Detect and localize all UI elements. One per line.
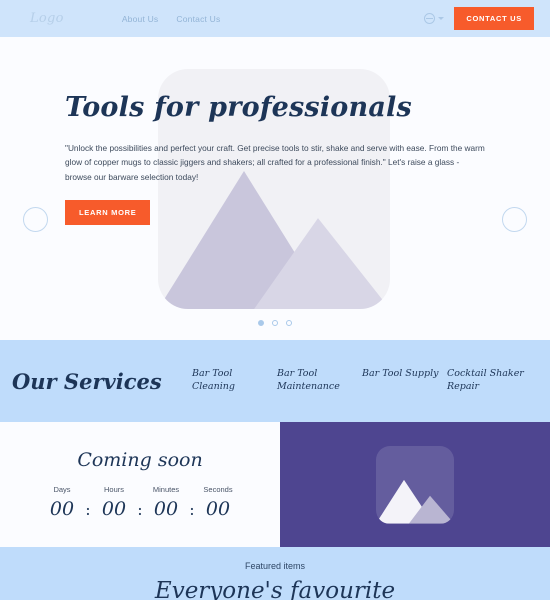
countdown-value-minutes: 00 (153, 498, 179, 520)
carousel-dot-2[interactable] (272, 320, 278, 326)
countdown-label-hours: Hours (103, 485, 124, 494)
coming-soon-image-panel (280, 422, 550, 547)
nav-link-contact-us[interactable]: Contact Us (176, 14, 220, 24)
carousel-dot-1[interactable] (258, 320, 264, 326)
service-item-cocktail-shaker-repair[interactable]: Cocktail Shaker Repair (447, 368, 532, 394)
language-selector[interactable] (424, 13, 445, 24)
nav-link-about-us[interactable]: About Us (122, 14, 159, 24)
featured-title: Everyone's favourite (154, 578, 396, 600)
countdown-value-hours: 00 (101, 498, 127, 520)
contact-us-button[interactable]: CONTACT US (454, 7, 534, 30)
countdown-separator-3: : (189, 499, 195, 519)
carousel-dots (0, 320, 550, 326)
hero-title: Tools for professionals (65, 92, 412, 123)
main-navigation: About Us Contact Us (122, 14, 221, 24)
site-logo[interactable]: Logo (30, 11, 64, 26)
landing-page: Logo About Us Contact Us CONTACT US Tool… (0, 0, 550, 600)
image-placeholder (376, 445, 454, 524)
countdown-label-minutes: Minutes (152, 485, 180, 494)
services-title: Our Services (12, 368, 162, 394)
coming-soon-heading: Coming soon (77, 449, 203, 471)
service-item-bar-tool-supply[interactable]: Bar Tool Supply (362, 368, 447, 381)
hero-section: Tools for professionals "Unlock the poss… (0, 37, 550, 340)
services-list: Bar Tool Cleaning Bar Tool Maintenance B… (192, 368, 532, 394)
site-header: Logo About Us Contact Us CONTACT US (0, 0, 550, 37)
countdown-values: 00 : 00 : 00 : 00 (41, 498, 239, 520)
globe-icon (424, 13, 436, 24)
featured-eyebrow: Featured items (244, 561, 306, 571)
hero-content: Tools for professionals "Unlock the poss… (65, 92, 490, 225)
carousel-prev-button[interactable] (23, 207, 48, 232)
chevron-down-icon (438, 17, 445, 20)
image-placeholder-icon (376, 479, 454, 524)
countdown-separator-1: : (85, 499, 91, 519)
header-actions: CONTACT US (424, 7, 534, 30)
countdown-panel: Coming soon Days Hours Minutes Seconds 0… (0, 422, 280, 547)
countdown-label-days: Days (53, 485, 71, 494)
learn-more-button[interactable]: LEARN MORE (65, 199, 151, 225)
countdown-label-seconds: Seconds (203, 485, 233, 494)
service-item-bar-tool-maintenance[interactable]: Bar Tool Maintenance (277, 368, 362, 394)
hero-paragraph: "Unlock the possibilities and perfect yo… (65, 143, 485, 182)
countdown-value-days: 00 (49, 498, 75, 520)
service-item-bar-tool-cleaning[interactable]: Bar Tool Cleaning (192, 368, 277, 394)
carousel-dot-3[interactable] (286, 320, 292, 326)
carousel-next-button[interactable] (502, 207, 527, 232)
featured-items-section: Featured items Everyone's favourite (0, 547, 550, 600)
services-section: Our Services Bar Tool Cleaning Bar Tool … (0, 340, 550, 422)
countdown-value-seconds: 00 (205, 498, 231, 520)
countdown-labels: Days Hours Minutes Seconds (36, 485, 244, 494)
countdown-separator-2: : (137, 499, 143, 519)
coming-soon-section: Coming soon Days Hours Minutes Seconds 0… (0, 422, 550, 547)
